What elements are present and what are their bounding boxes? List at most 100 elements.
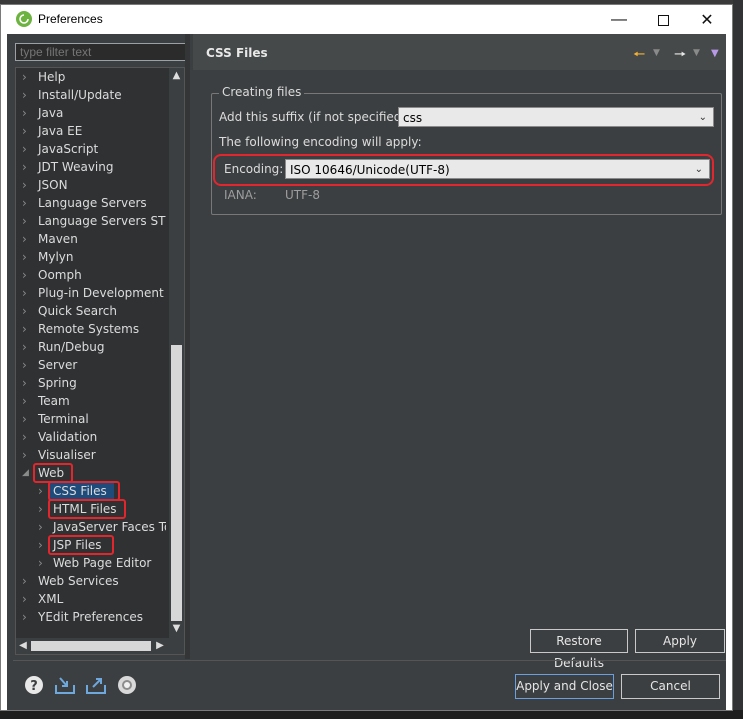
chevron-right-icon[interactable]: › xyxy=(22,176,27,194)
chevron-right-icon[interactable]: › xyxy=(38,500,43,518)
tree-item-spring[interactable]: › Spring xyxy=(16,374,166,392)
chevron-right-icon[interactable]: › xyxy=(22,266,27,284)
chevron-right-icon[interactable]: › xyxy=(22,86,27,104)
chevron-right-icon[interactable]: › xyxy=(22,410,27,428)
tree-item-language-servers-sts[interactable]: › Language Servers STS xyxy=(16,212,166,230)
tree-item-yedit-preferences[interactable]: › YEdit Preferences xyxy=(16,608,166,626)
back-arrow-icon[interactable]: 🠔 xyxy=(633,44,645,68)
back-history-chevron-icon[interactable]: ▼ xyxy=(653,48,660,58)
cancel-button[interactable]: Cancel xyxy=(621,674,720,699)
export-icon[interactable] xyxy=(85,674,107,696)
tree-item-validation[interactable]: › Validation xyxy=(16,428,166,446)
view-menu-icon[interactable]: ▼ xyxy=(711,48,719,59)
tree-item-label: Plug-in Development xyxy=(38,286,164,300)
chevron-right-icon[interactable]: › xyxy=(22,140,27,158)
tree-item-web-services[interactable]: › Web Services xyxy=(16,572,166,590)
iana-value: UTF-8 xyxy=(285,188,320,202)
chevron-right-icon[interactable]: › xyxy=(38,554,43,572)
import-icon[interactable] xyxy=(54,674,76,696)
tree-item-json[interactable]: › JSON xyxy=(16,176,166,194)
apply-button[interactable]: Apply xyxy=(635,629,725,653)
chevron-right-icon[interactable]: › xyxy=(22,302,27,320)
close-button[interactable]: ✕ xyxy=(685,7,729,33)
chevron-right-icon[interactable]: › xyxy=(22,194,27,212)
chevron-right-icon[interactable]: › xyxy=(22,590,27,608)
tree-vertical-scrollbar[interactable]: ▲ ▼ xyxy=(169,68,184,654)
forward-history-chevron-icon[interactable]: ▼ xyxy=(693,48,700,58)
chevron-right-icon[interactable]: › xyxy=(22,608,27,626)
chevron-right-icon[interactable]: › xyxy=(22,338,27,356)
tree-item-xml[interactable]: › XML xyxy=(16,590,166,608)
tree-item-language-servers[interactable]: › Language Servers xyxy=(16,194,166,212)
tree-item-label: Run/Debug xyxy=(38,340,105,354)
tree-item-server[interactable]: › Server xyxy=(16,356,166,374)
chevron-right-icon[interactable]: › xyxy=(22,320,27,338)
tree-item-mylyn[interactable]: › Mylyn xyxy=(16,248,166,266)
minimize-button[interactable]: — xyxy=(597,7,641,33)
tree-item-label: Validation xyxy=(38,430,98,444)
tree-item-label: JavaScript xyxy=(38,142,99,156)
footer-separator xyxy=(13,660,726,661)
tree-item-label: Language Servers STS xyxy=(38,214,166,228)
chevron-right-icon[interactable]: › xyxy=(38,482,43,500)
scroll-up-icon[interactable]: ▲ xyxy=(169,68,184,84)
tree-item-terminal[interactable]: › Terminal xyxy=(16,410,166,428)
forward-arrow-icon[interactable]: 🠖 xyxy=(674,44,686,68)
chevron-right-icon[interactable]: › xyxy=(22,392,27,410)
scroll-down-icon[interactable]: ▼ xyxy=(169,621,184,637)
preference-tree: › Help › Install/Update › Java › Java EE › JavaSc… xyxy=(15,67,185,655)
chevron-down-icon[interactable]: ◢ xyxy=(22,464,29,482)
suffix-select[interactable]: css ⌄ xyxy=(398,107,714,127)
chevron-right-icon[interactable]: › xyxy=(22,212,27,230)
pane-divider[interactable] xyxy=(185,34,190,659)
filter-input[interactable] xyxy=(15,43,189,61)
chevron-right-icon[interactable]: › xyxy=(22,572,27,590)
scroll-thumb[interactable] xyxy=(171,345,182,621)
scroll-left-icon[interactable]: ◀ xyxy=(16,638,30,654)
tree-item-plug-in-development[interactable]: › Plug-in Development xyxy=(16,284,166,302)
background-ide-edge xyxy=(733,0,743,719)
tree-item-team[interactable]: › Team xyxy=(16,392,166,410)
oomph-record-icon[interactable] xyxy=(116,674,138,696)
chevron-right-icon[interactable]: › xyxy=(22,68,27,86)
maximize-button[interactable] xyxy=(641,7,685,33)
chevron-right-icon[interactable]: › xyxy=(22,374,27,392)
tree-item-jdt-weaving[interactable]: › JDT Weaving xyxy=(16,158,166,176)
preferences-dialog: Preferences — ✕ › Help › Install/Update › Jav… xyxy=(0,4,733,711)
encoding-select[interactable]: ISO 10646/Unicode(UTF-8) ⌄ xyxy=(285,159,710,179)
restore-defaults-button[interactable]: Restore Defaults xyxy=(530,629,628,670)
tree-item-visualiser[interactable]: › Visualiser xyxy=(16,446,166,464)
tree-item-maven[interactable]: › Maven xyxy=(16,230,166,248)
chevron-right-icon[interactable]: › xyxy=(38,536,43,554)
tree-item-oomph[interactable]: › Oomph xyxy=(16,266,166,284)
dialog-content: › Help › Install/Update › Java › Java EE › JavaSc… xyxy=(7,34,726,710)
chevron-right-icon[interactable]: › xyxy=(38,518,43,536)
tree-item-install-update[interactable]: › Install/Update xyxy=(16,86,166,104)
chevron-right-icon[interactable]: › xyxy=(22,122,27,140)
tree-item-label: Team xyxy=(38,394,70,408)
svg-text:?: ? xyxy=(30,679,38,694)
tree-horizontal-scrollbar[interactable]: ◀ ▶ xyxy=(16,638,169,654)
tree-item-web-page-editor[interactable]: › Web Page Editor xyxy=(16,554,166,572)
chevron-right-icon[interactable]: › xyxy=(22,446,27,464)
tree-item-quick-search[interactable]: › Quick Search xyxy=(16,302,166,320)
help-icon[interactable]: ? xyxy=(23,674,45,696)
chevron-right-icon[interactable]: › xyxy=(22,428,27,446)
tree-item-java[interactable]: › Java xyxy=(16,104,166,122)
tree-item-help[interactable]: › Help xyxy=(16,68,166,86)
tree-item-run-debug[interactable]: › Run/Debug xyxy=(16,338,166,356)
scroll-right-icon[interactable]: ▶ xyxy=(153,638,167,654)
chevron-right-icon[interactable]: › xyxy=(22,356,27,374)
hscroll-thumb[interactable] xyxy=(31,641,151,651)
chevron-right-icon[interactable]: › xyxy=(22,230,27,248)
spring-app-icon xyxy=(16,11,32,27)
tree-item-remote-systems[interactable]: › Remote Systems xyxy=(16,320,166,338)
chevron-right-icon[interactable]: › xyxy=(22,284,27,302)
tree-item-java-ee[interactable]: › Java EE xyxy=(16,122,166,140)
tree-item-javascript[interactable]: › JavaScript xyxy=(16,140,166,158)
chevron-right-icon[interactable]: › xyxy=(22,248,27,266)
chevron-right-icon[interactable]: › xyxy=(22,104,27,122)
tree-item-javaserver-faces-tools[interactable]: › JavaServer Faces Tools xyxy=(16,518,166,536)
chevron-right-icon[interactable]: › xyxy=(22,158,27,176)
apply-and-close-button[interactable]: Apply and Close xyxy=(515,674,614,699)
